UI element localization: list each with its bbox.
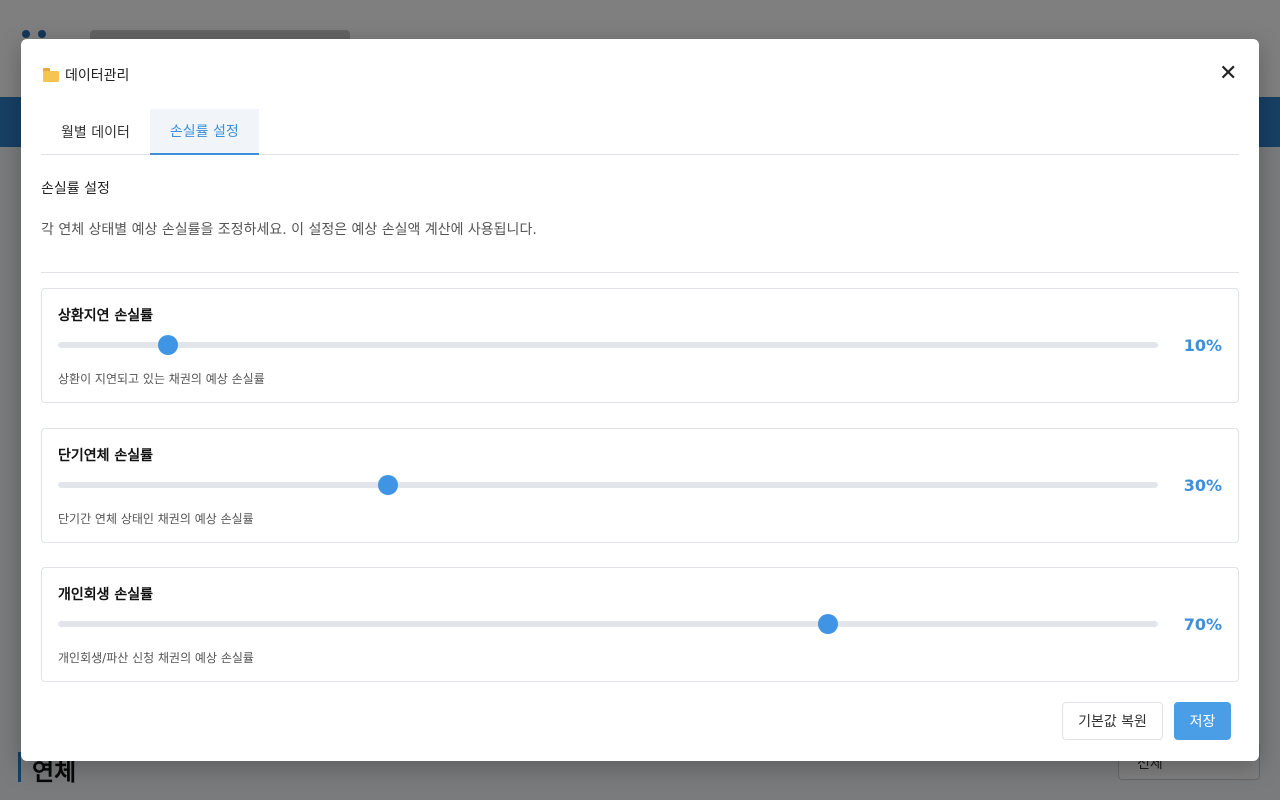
slider-thumb[interactable] — [378, 475, 398, 495]
settings-title: 손실률 설정 — [41, 181, 110, 197]
tab-loss-rate-settings[interactable]: 손실률 설정 — [149, 109, 259, 155]
card-description: 단기간 연체 상태인 채권의 예상 손실률 — [58, 512, 254, 526]
tab-bar: 월별 데이터 손실률 설정 — [41, 109, 1239, 155]
loss-rate-slider[interactable] — [58, 475, 1158, 495]
save-button[interactable]: 저장 — [1174, 702, 1231, 740]
card-description: 상환이 지연되고 있는 채권의 예상 손실률 — [58, 372, 265, 386]
card-title: 개인회생 손실률 — [58, 587, 154, 603]
modal-title: 데이터관리 — [65, 68, 130, 84]
slider-thumb[interactable] — [158, 335, 178, 355]
reset-defaults-button[interactable]: 기본값 복원 — [1062, 702, 1163, 740]
loss-rate-card-delay: 상환지연 손실률 10% 상환이 지연되고 있는 채권의 예상 손실률 — [41, 288, 1239, 403]
divider — [41, 272, 1239, 273]
data-management-modal: 데이터관리 ✕ 월별 데이터 손실률 설정 손실률 설정 각 연체 상태별 예상… — [21, 39, 1259, 761]
slider-thumb[interactable] — [818, 614, 838, 634]
card-description: 개인회생/파산 신청 채권의 예상 손실률 — [58, 651, 254, 665]
loss-rate-card-short-term: 단기연체 손실률 30% 단기간 연체 상태인 채권의 예상 손실률 — [41, 428, 1239, 543]
loss-rate-value: 10% — [1183, 336, 1222, 355]
modal-header: 데이터관리 — [43, 65, 129, 85]
loss-rate-slider[interactable] — [58, 614, 1158, 634]
loss-rate-value: 70% — [1183, 615, 1222, 634]
loss-rate-slider[interactable] — [58, 335, 1158, 355]
settings-description: 각 연체 상태별 예상 손실률을 조정하세요. 이 설정은 예상 손실액 계산에… — [41, 222, 537, 238]
tab-monthly-data[interactable]: 월별 데이터 — [41, 109, 150, 155]
card-title: 단기연체 손실률 — [58, 448, 154, 464]
folder-icon — [43, 68, 59, 82]
loss-rate-value: 30% — [1183, 476, 1222, 495]
card-title: 상환지연 손실률 — [58, 308, 154, 324]
loss-rate-card-rehabilitation: 개인회생 손실률 70% 개인회생/파산 신청 채권의 예상 손실률 — [41, 567, 1239, 682]
close-icon[interactable]: ✕ — [1219, 63, 1237, 85]
